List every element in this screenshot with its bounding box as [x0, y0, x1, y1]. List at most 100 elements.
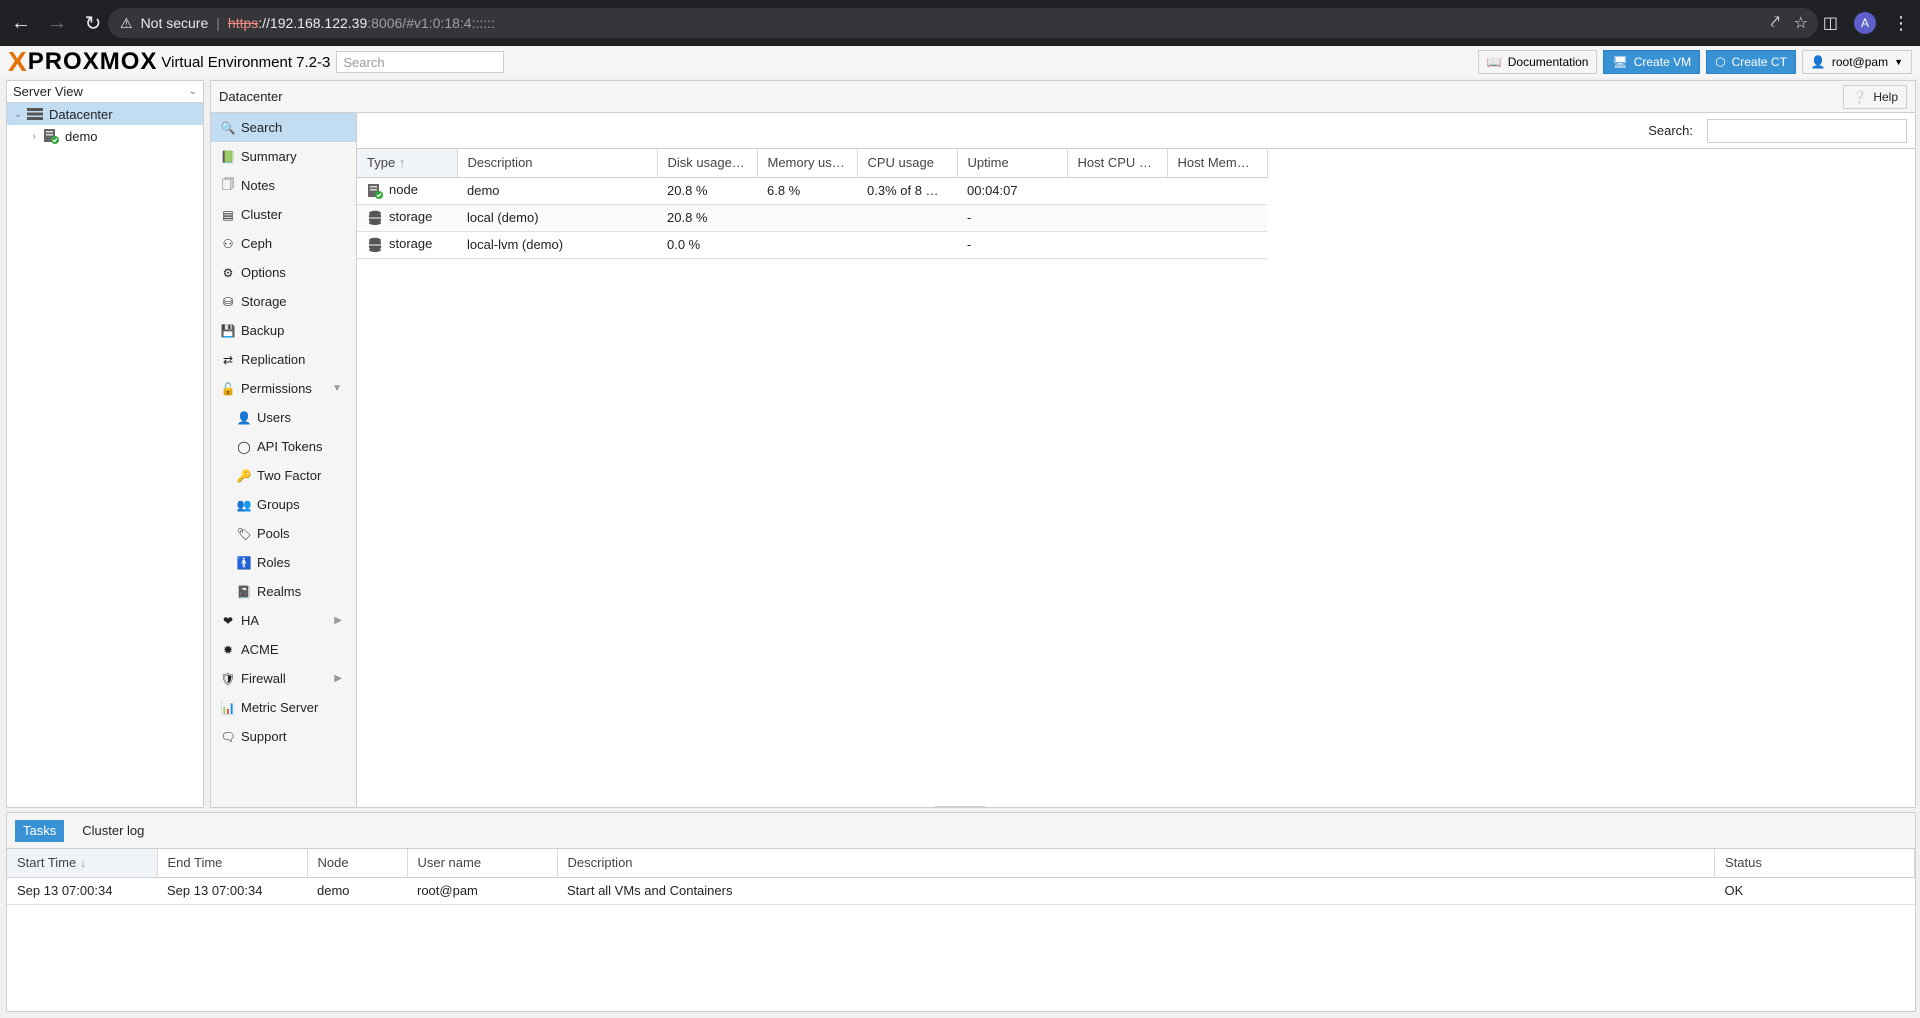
menu-item-pools[interactable]: 🏷 Pools: [211, 519, 356, 548]
reload-icon[interactable]: ↻: [78, 8, 108, 38]
table-row[interactable]: Sep 13 07:00:34 Sep 13 07:00:34 demo roo…: [7, 877, 1915, 905]
resource-search-input[interactable]: [1707, 118, 1907, 143]
column-header-description[interactable]: Description: [457, 149, 658, 178]
column-header-memory[interactable]: Memory us…: [757, 149, 858, 178]
table-row[interactable]: storage local-lvm (demo) 0.0 % -: [357, 231, 1267, 259]
sort-desc-icon: ↓: [79, 855, 87, 871]
view-selector[interactable]: Server View ⌄: [7, 81, 203, 103]
search-label: Search:: [1648, 123, 1693, 138]
column-header-disk[interactable]: Disk usage…: [657, 149, 758, 178]
menu-item-ceph[interactable]: ⚇ Ceph: [211, 229, 356, 258]
column-header-cpu[interactable]: CPU usage: [857, 149, 958, 178]
disk-cell: 20.8 %: [657, 204, 757, 232]
memory-cell: [757, 204, 857, 232]
menu-item-users[interactable]: 👤 Users: [211, 403, 356, 432]
share-icon[interactable]: ⤤: [1771, 14, 1780, 32]
menu-item-cluster[interactable]: ▤ Cluster: [211, 200, 356, 229]
menu-item-notes[interactable]: 🗍 Notes: [211, 171, 356, 200]
content-panel: Datacenter ❔ Help 🔍 Search 📗 Summary 🗍 Note…: [210, 80, 1916, 808]
column-header-task-description[interactable]: Description: [557, 849, 1715, 878]
cpu-cell: [857, 231, 957, 259]
chevron-down-icon: ▼: [1894, 57, 1903, 67]
menu-item-api-tokens[interactable]: ◯ API Tokens: [211, 432, 356, 461]
forward-icon[interactable]: →: [42, 8, 72, 38]
server-icon: ▤: [222, 207, 234, 222]
browser-menu-icon[interactable]: ⋮: [1892, 13, 1910, 34]
column-header-type[interactable]: Type ↑: [357, 149, 458, 178]
cpu-cell: [857, 204, 957, 232]
user-cell: root@pam: [407, 877, 557, 905]
menu-item-search[interactable]: 🔍 Search: [211, 113, 356, 142]
menu-item-realms[interactable]: 📓 Realms: [211, 577, 356, 606]
user-menu-button[interactable]: 👤 root@pam ▼: [1801, 50, 1912, 74]
search-icon: 🔍: [220, 120, 236, 135]
documentation-button[interactable]: 📖 Documentation: [1477, 50, 1598, 74]
menu-item-permissions[interactable]: 🔓 Permissions ▼: [211, 374, 356, 403]
tags-icon: 🏷: [236, 526, 252, 541]
type-cell: storage: [357, 231, 457, 259]
tab-cluster-log[interactable]: Cluster log: [74, 820, 152, 842]
menu-item-two-factor[interactable]: 🔑 Two Factor: [211, 461, 356, 490]
chevron-right-icon: ▶: [334, 673, 342, 684]
retweet-icon: ⇄: [222, 352, 234, 367]
menu-item-firewall[interactable]: 🛡 Firewall ▶: [211, 664, 356, 693]
male-icon: 🚹: [236, 555, 252, 570]
address-bar[interactable]: ⚠ Not secure | https ://192.168.122.39 :…: [108, 8, 1818, 38]
menu-item-storage[interactable]: ⛁ Storage: [211, 287, 356, 316]
menu-item-replication[interactable]: ⇄ Replication: [211, 345, 356, 374]
create-vm-button[interactable]: 🖥 Create VM: [1603, 50, 1701, 74]
menu-item-roles[interactable]: 🚹 Roles: [211, 548, 356, 577]
table-row[interactable]: storage local (demo) 20.8 % -: [357, 204, 1267, 232]
back-icon[interactable]: ←: [6, 8, 36, 38]
menu-item-groups[interactable]: 👥 Groups: [211, 490, 356, 519]
menu-item-backup[interactable]: 💾 Backup: [211, 316, 356, 345]
menu-item-summary[interactable]: 📗 Summary: [211, 142, 356, 171]
menu-item-acme[interactable]: ✹ ACME: [211, 635, 356, 664]
host-mem-cell: [1167, 204, 1267, 232]
column-header-node[interactable]: Node: [307, 849, 408, 878]
floppy-icon: 💾: [220, 323, 236, 338]
address-separator: |: [216, 15, 220, 31]
host-cpu-cell: [1067, 177, 1167, 205]
menu-item-options[interactable]: ⚙ Options: [211, 258, 356, 287]
question-icon: ❔: [1852, 90, 1868, 104]
uptime-cell: -: [957, 231, 1067, 259]
resource-grid: Type ↑ Description Disk usage… Memory us…: [357, 149, 1268, 259]
comments-icon: 🗨: [220, 729, 236, 744]
collapse-icon[interactable]: ⌄: [11, 109, 25, 120]
chevron-right-icon: ▶: [334, 615, 342, 626]
column-header-user-name[interactable]: User name: [407, 849, 558, 878]
node-online-icon: [367, 183, 383, 199]
menu-item-metric-server[interactable]: 📊 Metric Server: [211, 693, 356, 722]
tab-tasks[interactable]: Tasks: [15, 819, 65, 842]
search-toolbar: Search:: [357, 113, 1915, 149]
user-icon: 👤: [236, 410, 252, 425]
database-icon: [367, 210, 383, 226]
column-header-start-time[interactable]: Start Time ↓: [7, 849, 158, 878]
menu-item-ha[interactable]: ❤ HA ▶: [211, 606, 356, 635]
create-ct-button[interactable]: ⬡ Create CT: [1706, 50, 1796, 74]
column-header-uptime[interactable]: Uptime: [957, 149, 1068, 178]
column-header-status[interactable]: Status: [1714, 849, 1915, 878]
column-header-host-mem[interactable]: Host Mem…: [1167, 149, 1268, 178]
side-panel-icon[interactable]: ◫: [1823, 13, 1838, 33]
end-time-cell: Sep 13 07:00:34: [157, 877, 307, 905]
star-icon[interactable]: ☆: [1794, 13, 1808, 33]
table-row[interactable]: node demo 20.8 % 6.8 % 0.3% of 8 … 00:04…: [357, 177, 1267, 205]
task-description-cell: Start all VMs and Containers: [557, 877, 1715, 905]
tree-item-datacenter[interactable]: ⌄ Datacenter: [7, 103, 203, 125]
expand-icon[interactable]: ›: [27, 131, 41, 142]
column-header-end-time[interactable]: End Time: [157, 849, 308, 878]
node-online-icon: [43, 128, 59, 144]
search-view: Search: Type ↑ Description Disk usage… M…: [357, 113, 1915, 807]
profile-avatar[interactable]: A: [1854, 12, 1876, 34]
pve-header: X PROXMOX Virtual Environment 7.2-3 Searc…: [0, 46, 1920, 78]
column-header-host-cpu[interactable]: Host CPU …: [1067, 149, 1168, 178]
datacenter-menu: 🔍 Search 📗 Summary 🗍 Notes ▤ Cluster ⚇ Ceph ⚙…: [211, 113, 357, 807]
menu-item-support[interactable]: 🗨 Support: [211, 722, 356, 751]
help-button[interactable]: ❔ Help: [1843, 85, 1907, 109]
disk-cell: 20.8 %: [657, 177, 757, 205]
tree-item-node-demo[interactable]: › demo: [7, 125, 203, 147]
global-search-input[interactable]: Search: [336, 51, 505, 73]
cube-icon: ⬡: [1715, 55, 1726, 69]
